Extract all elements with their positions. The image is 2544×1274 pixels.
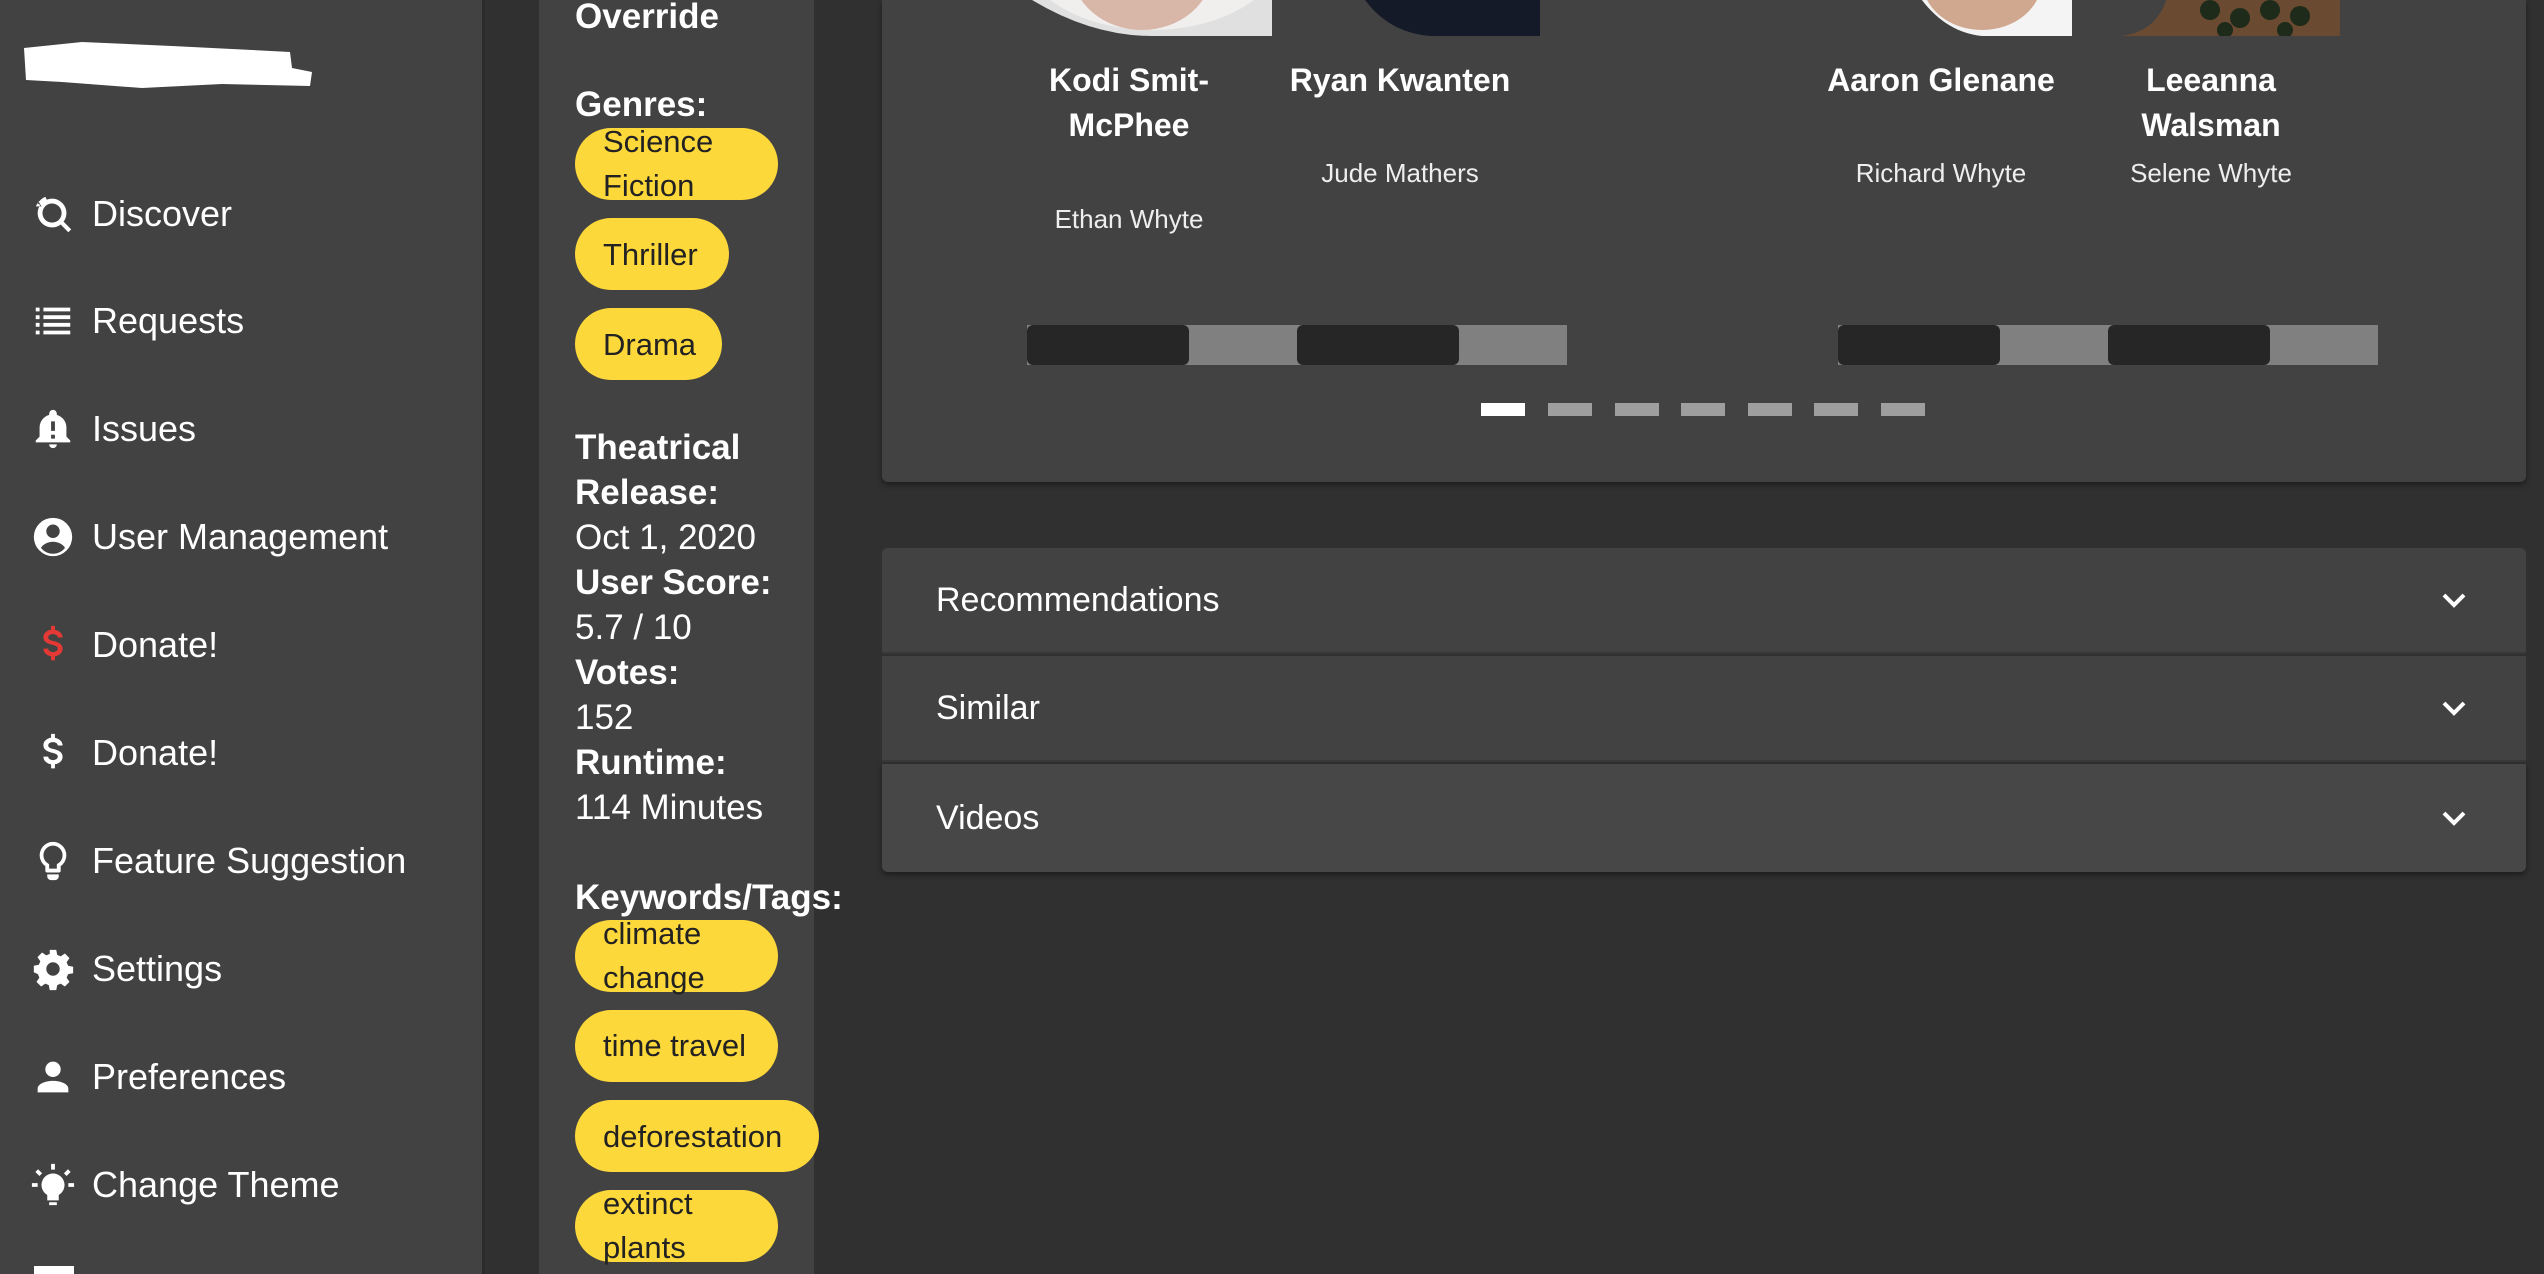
carousel-page-dot[interactable] [1681, 403, 1725, 416]
sidebar-item-label: Donate! [92, 624, 219, 665]
sidebar-item-label: Issues [92, 408, 197, 449]
bell-alert-icon [35, 409, 71, 449]
sidebar-item-label: Preferences [92, 1056, 287, 1097]
runtime-label: Runtime: [575, 743, 727, 782]
cast-role: Selene Whyte [2130, 158, 2292, 188]
dollar-icon [43, 733, 63, 769]
cast-scrollbar-thumb[interactable] [1297, 325, 1459, 365]
videos-accordion[interactable]: Videos [882, 764, 2526, 872]
sidebar-item-label: Requests [92, 300, 245, 341]
votes-value: 152 [575, 698, 634, 737]
override-label: Override [575, 0, 719, 36]
lightbulb-icon [39, 841, 67, 881]
cast-photo[interactable] [2100, 0, 2340, 36]
cast-photo[interactable] [1300, 0, 1540, 36]
cast-role: Jude Mathers [1321, 158, 1479, 188]
cast-scrollbar-track[interactable] [1027, 325, 1567, 365]
genre-chip[interactable]: Thriller [575, 218, 729, 290]
cast-carousel: Kodi Smit-McPhee Ethan Whyte Ryan Kwante… [882, 0, 2526, 482]
carousel-page-dot-active[interactable] [1481, 403, 1525, 416]
dollar-icon [43, 625, 63, 661]
carousel-page-dot[interactable] [1615, 403, 1659, 416]
accordion-title: Similar [936, 688, 1040, 727]
person-icon [37, 1061, 69, 1093]
account-circle-icon [33, 517, 73, 557]
carousel-page-dot[interactable] [1881, 403, 1925, 416]
similar-accordion[interactable]: Similar [882, 656, 2526, 762]
genre-chip[interactable]: Science Fiction [575, 124, 778, 203]
app-logo[interactable] [22, 38, 314, 90]
keyword-chip[interactable]: extinct plants [575, 1186, 778, 1265]
cast-name[interactable]: Ryan Kwanten [1267, 58, 1533, 103]
cast-photo[interactable] [1032, 0, 1272, 36]
cast-name[interactable]: Leeanna Walsman [2078, 58, 2344, 148]
carousel-page-dot[interactable] [1548, 403, 1592, 416]
keyword-chip[interactable]: climate change [575, 916, 778, 995]
sidebar-item-user-management[interactable]: User Management [30, 502, 388, 572]
votes-label: Votes: [575, 653, 680, 692]
chevron-down-icon [2442, 593, 2466, 608]
sidebar-item-feature-suggestion[interactable]: Feature Suggestion [30, 826, 406, 896]
carousel-page-dot[interactable] [1748, 403, 1792, 416]
sidebar-item-label: Feature Suggestion [92, 840, 407, 881]
sidebar-item-settings[interactable]: Settings [30, 934, 222, 1004]
sidebar-item-label: User Management [92, 516, 389, 557]
theme-icon [31, 1163, 75, 1206]
discover-icon [35, 196, 72, 233]
chevron-down-icon [2442, 701, 2466, 716]
sidebar-item-partial[interactable] [34, 1266, 74, 1274]
sidebar-item-requests[interactable]: Requests [30, 286, 244, 356]
accordion-title: Videos [936, 798, 1040, 837]
carousel-page-dot[interactable] [1814, 403, 1858, 416]
release-value: Oct 1, 2020 [575, 518, 756, 557]
cast-scrollbar-thumb[interactable] [1838, 325, 2000, 365]
list-icon [35, 307, 71, 335]
media-info-panel: Override Genres: Science Fiction Thrille… [539, 0, 843, 1274]
cast-role: Ethan Whyte [1054, 204, 1204, 234]
runtime-value: 114 Minutes [575, 788, 764, 827]
sidebar-item-change-theme[interactable]: Change Theme [30, 1150, 340, 1220]
genre-chip[interactable]: Drama [575, 308, 722, 380]
chevron-down-icon [2442, 811, 2466, 826]
cast-name[interactable]: Aaron Glenane [1808, 58, 2074, 103]
sidebar-item-discover[interactable]: Discover [30, 179, 232, 249]
sidebar-item-donate-secondary[interactable]: Donate! [30, 718, 218, 788]
cast-scrollbar-thumb[interactable] [1027, 325, 1189, 365]
score-label: User Score: [575, 563, 772, 602]
cast-role: Richard Whyte [1855, 158, 2027, 188]
sidebar-item-issues[interactable]: Issues [30, 394, 196, 464]
cast-photo[interactable] [1832, 0, 2072, 36]
recommendations-accordion[interactable]: Recommendations [882, 548, 2526, 654]
keyword-chip[interactable]: time travel [575, 1010, 778, 1082]
release-label: Theatrical Release: [575, 428, 741, 512]
gear-icon [33, 949, 74, 991]
accordion-title: Recommendations [936, 580, 1220, 619]
sidebar-item-label: Change Theme [92, 1164, 340, 1205]
cast-scrollbar-track[interactable] [1838, 325, 2378, 365]
sidebar-item-label: Donate! [92, 732, 219, 773]
cast-name[interactable]: Kodi Smit-McPhee [994, 58, 1264, 148]
sidebar-item-label: Settings [92, 948, 223, 989]
sidebar-item-preferences[interactable]: Preferences [30, 1042, 286, 1112]
sidebar-item-donate-primary[interactable]: Donate! [30, 610, 218, 680]
keyword-chip[interactable]: deforestation [575, 1100, 819, 1172]
sidebar: Discover Requests Issues User Management… [0, 0, 485, 1274]
cast-scrollbar-thumb[interactable] [2108, 325, 2270, 365]
score-value: 5.7 / 10 [575, 608, 692, 647]
sidebar-item-label: Discover [92, 193, 233, 234]
